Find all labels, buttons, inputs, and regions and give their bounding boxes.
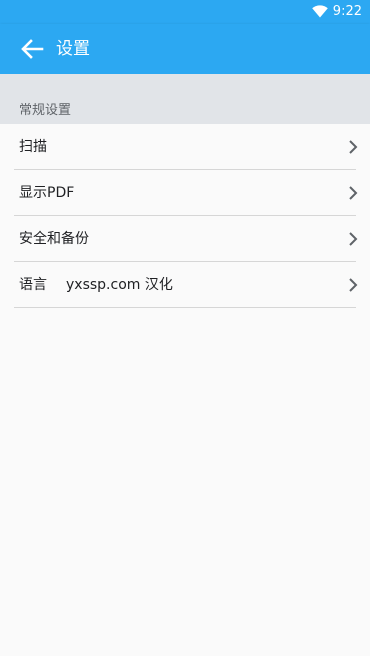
chevron-right-icon bbox=[349, 140, 358, 154]
status-time: 9:22 bbox=[332, 4, 362, 19]
settings-item-scan[interactable]: 扫描 bbox=[0, 124, 370, 170]
app-bar: 设置 bbox=[0, 24, 370, 74]
settings-item-language[interactable]: 语言 yxssp.com 汉化 bbox=[0, 262, 370, 308]
status-bar: 9:22 bbox=[0, 0, 370, 24]
chevron-right-icon bbox=[349, 232, 358, 246]
back-button[interactable] bbox=[14, 31, 50, 67]
chevron-right-icon bbox=[349, 278, 358, 292]
section-title: 常规设置 bbox=[19, 103, 72, 118]
settings-list: 扫描 显示PDF 安全和备份 语言 yxssp.com 汉化 bbox=[0, 124, 370, 308]
settings-item-label: 显示PDF bbox=[19, 185, 75, 201]
settings-item-label: 语言 bbox=[19, 277, 47, 293]
back-arrow-icon bbox=[21, 39, 44, 59]
row-divider bbox=[14, 307, 356, 308]
settings-item-value: yxssp.com 汉化 bbox=[66, 277, 173, 293]
settings-item-label: 扫描 bbox=[19, 139, 47, 155]
settings-item-label: 安全和备份 bbox=[19, 231, 89, 247]
settings-section-header: 常规设置 bbox=[0, 74, 370, 124]
page-title: 设置 bbox=[56, 39, 90, 59]
settings-item-security-backup[interactable]: 安全和备份 bbox=[0, 216, 370, 262]
settings-item-display-pdf[interactable]: 显示PDF bbox=[0, 170, 370, 216]
chevron-right-icon bbox=[349, 186, 358, 200]
wifi-icon bbox=[312, 5, 328, 18]
